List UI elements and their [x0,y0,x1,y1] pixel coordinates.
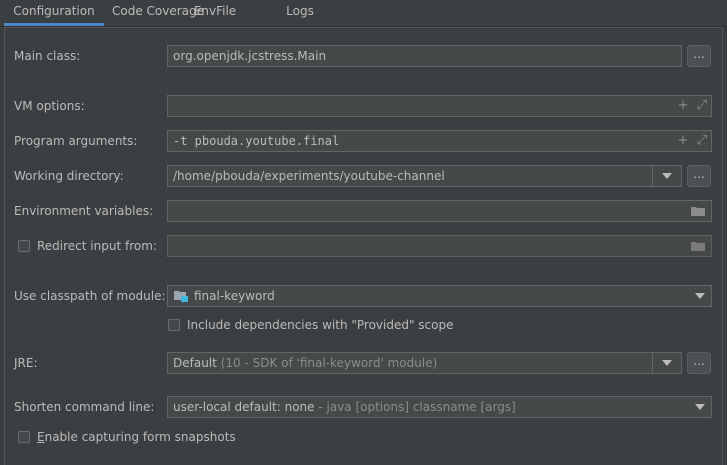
classpath-value: final-keyword [194,289,275,303]
working-directory-value: /home/pbouda/experiments/youtube-channel [173,169,445,183]
jre-value: Default [173,356,217,370]
program-arguments-field[interactable]: -t pbouda.youtube.final + ⤢ [167,130,712,152]
main-class-label: Main class: [14,49,81,63]
jre-hint: (10 - SDK of 'final-keyword' module) [220,356,438,370]
add-icon[interactable]: + [678,133,689,148]
capture-snapshots-label-text: nable capturing form snapshots [44,430,236,444]
working-directory-browse-button[interactable]: ... [687,165,711,187]
capture-snapshots-checkbox[interactable] [18,431,30,443]
mnemonic-letter: E [37,430,45,444]
chevron-down-icon[interactable] [662,173,672,179]
include-dependencies-label: Include dependencies with "Provided" sco… [187,318,454,332]
redirect-input-field[interactable] [167,235,712,257]
include-dependencies-checkbox[interactable] [168,319,180,331]
expand-icon[interactable]: ⤢ [697,98,707,113]
folder-icon[interactable] [691,206,705,216]
tab-envfile[interactable]: EnvFile [186,0,244,26]
tab-logs[interactable]: Logs [275,0,325,26]
chevron-down-icon[interactable] [695,404,705,410]
main-class-browse-button[interactable]: ... [687,45,711,67]
classpath-label: Use classpath of module: [14,289,166,303]
program-arguments-actions: + ⤢ [678,133,707,149]
module-icon [174,291,188,302]
tab-label: EnvFile [193,4,237,18]
jre-browse-button[interactable]: ... [687,352,711,374]
folder-icon[interactable] [691,241,705,251]
main-class-field[interactable]: org.openjdk.jcstress.Main [167,45,682,67]
jre-combobox[interactable]: Default (10 - SDK of 'final-keyword' mod… [167,352,682,374]
tab-label: Logs [286,4,314,18]
redirect-input-checkbox[interactable] [18,240,30,252]
shorten-command-line-label: Shorten command line: [14,400,155,414]
combobox-separator [652,353,653,373]
classpath-combobox[interactable]: final-keyword [167,285,712,307]
environment-variables-label: Environment variables: [14,204,154,218]
program-arguments-value: -t pbouda.youtube.final [173,134,340,148]
vm-options-label: VM options: [14,99,85,113]
jre-label: JRE: [14,356,38,370]
expand-icon[interactable]: ⤢ [697,133,707,148]
shorten-command-line-hint: - java [options] classname [args] [318,400,516,414]
vm-options-field[interactable]: + ⤢ [167,95,712,117]
program-arguments-label: Program arguments: [14,134,138,148]
chevron-down-icon[interactable] [695,293,705,299]
shorten-command-line-value: user-local default: none [173,400,315,414]
chevron-down-icon[interactable] [662,360,672,366]
redirect-input-label: Redirect input from: [37,239,157,253]
vm-options-actions: + ⤢ [678,98,707,114]
environment-variables-field[interactable] [167,200,712,222]
capture-snapshots-label: Enable capturing form snapshots [37,427,236,447]
tab-label: Configuration [13,4,95,18]
working-directory-label: Working directory: [14,169,124,183]
tab-configuration[interactable]: Configuration [4,0,104,26]
tab-bar: Configuration Code Coverage EnvFile Logs [0,0,727,26]
combobox-separator [652,166,653,186]
shorten-command-line-combobox[interactable]: user-local default: none - java [options… [167,396,712,418]
working-directory-combobox[interactable]: /home/pbouda/experiments/youtube-channel [167,165,682,187]
add-icon[interactable]: + [678,98,689,113]
